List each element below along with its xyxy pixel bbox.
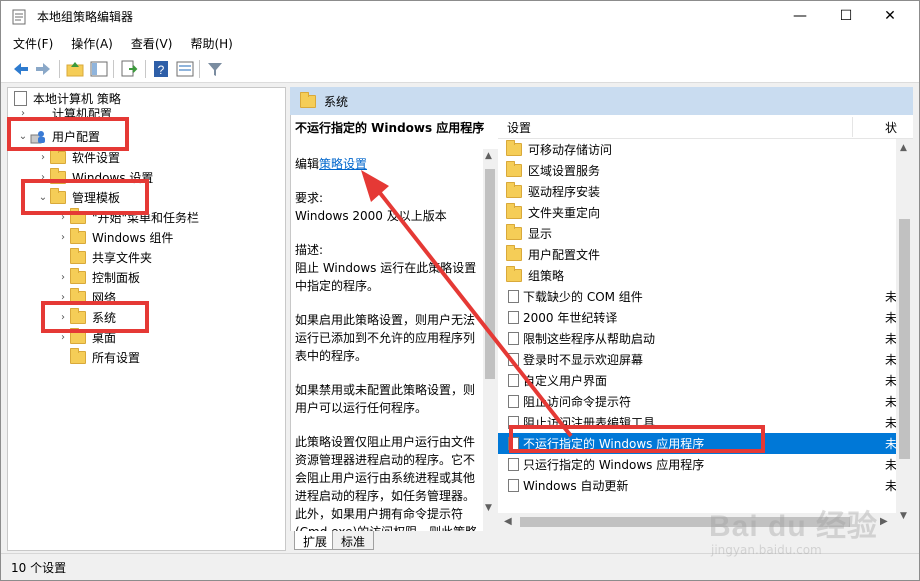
back-arrow-icon[interactable] xyxy=(11,59,31,79)
menu-help[interactable]: 帮助(H) xyxy=(190,35,232,52)
tab-standard[interactable]: 标准 xyxy=(332,531,375,550)
category-header: 系统 xyxy=(290,87,913,115)
menu-file[interactable]: 文件(F) xyxy=(13,35,53,52)
folder-icon xyxy=(70,247,86,264)
window: 本地组策略编辑器 — ☐ ✕ 文件(F) 操作(A) 查看(V) 帮助(H) ?… xyxy=(0,0,920,581)
maximize-button[interactable]: ☐ xyxy=(823,1,869,31)
minimize-button[interactable]: — xyxy=(777,1,823,31)
menu-action[interactable]: 操作(A) xyxy=(71,35,113,52)
column-header-setting[interactable]: 设置 xyxy=(507,119,531,136)
folder-icon xyxy=(50,147,66,164)
tree-item-root[interactable]: 本地计算机 策略 xyxy=(14,88,121,108)
category-title: 系统 xyxy=(324,94,349,109)
highlight-system xyxy=(41,301,149,333)
folder-icon xyxy=(70,267,86,284)
policy-editor-icon xyxy=(12,9,26,25)
red-arrow-icon xyxy=(361,170,573,438)
description-p4: 此策略设置仅阻止用户运行由文件资源管理器进程启动的程序。它不会阻止用户运行由系统… xyxy=(295,435,477,531)
list-item-label: Windows 自动更新 xyxy=(523,479,629,493)
policy-setting-icon xyxy=(508,479,519,492)
status-text: 10 个设置 xyxy=(11,560,67,575)
svg-text:?: ? xyxy=(158,63,165,77)
scroll-left-icon[interactable]: ◀ xyxy=(504,516,512,527)
policy-title: 不运行指定的 Windows 应用程序 xyxy=(295,121,485,135)
close-button[interactable]: ✕ xyxy=(867,1,913,31)
folder-icon xyxy=(70,227,86,244)
baidu-watermark: Bai du 经验 jingyan.baidu.com xyxy=(709,510,879,557)
chevron-right-icon: › xyxy=(61,271,65,283)
filter-icon[interactable] xyxy=(205,59,225,79)
folder-icon xyxy=(70,347,86,364)
window-title: 本地组策略编辑器 xyxy=(37,10,134,24)
list-item[interactable]: 只运行指定的 Windows 应用程序未 xyxy=(498,454,897,475)
tree-item-control-panel[interactable]: › 控制面板 xyxy=(56,267,140,287)
list-item[interactable]: Windows 自动更新未 xyxy=(498,475,897,496)
scroll-down-icon[interactable]: ▼ xyxy=(485,503,492,513)
help-icon[interactable]: ? xyxy=(151,59,171,79)
forward-arrow-icon[interactable] xyxy=(33,59,53,79)
list-item-label: 可移动存储访问 xyxy=(528,143,613,157)
menu-view[interactable]: 查看(V) xyxy=(131,35,173,52)
tree-item-all-settings[interactable]: 所有设置 xyxy=(56,347,140,367)
scroll-up-icon[interactable]: ▲ xyxy=(485,151,492,161)
toolbar: ? xyxy=(1,55,919,83)
scroll-down-icon[interactable]: ▼ xyxy=(900,511,907,521)
scroll-thumb[interactable] xyxy=(899,219,910,459)
chevron-right-icon: › xyxy=(61,331,65,343)
show-hide-tree-icon[interactable] xyxy=(89,59,109,79)
up-folder-icon[interactable] xyxy=(65,59,85,79)
title-bar: 本地组策略编辑器 — ☐ ✕ xyxy=(1,1,919,31)
folder-icon xyxy=(300,91,316,108)
chevron-right-icon: › xyxy=(61,231,65,243)
tree-item-shared-folders[interactable]: 共享文件夹 xyxy=(56,247,152,267)
export-list-icon[interactable] xyxy=(119,59,139,79)
list-item[interactable]: 可移动存储访问 xyxy=(498,139,896,160)
list-item-label: 只运行指定的 Windows 应用程序 xyxy=(523,458,705,472)
list-scrollbar[interactable]: ▲ ▼ xyxy=(896,139,913,531)
tree-item-windows-components[interactable]: › Windows 组件 xyxy=(56,227,173,247)
chevron-right-icon: › xyxy=(41,151,45,163)
tab-extended[interactable]: 扩展 xyxy=(294,531,337,550)
list-header: 设置 状 xyxy=(498,115,913,139)
menu-bar: 文件(F) 操作(A) 查看(V) 帮助(H) xyxy=(1,31,919,55)
column-header-state[interactable]: 状 xyxy=(885,119,897,136)
properties-icon[interactable] xyxy=(175,59,195,79)
highlight-admin-templates xyxy=(21,179,149,215)
highlight-user-config xyxy=(7,117,129,151)
scroll-up-icon[interactable]: ▲ xyxy=(900,143,907,153)
policy-setting-icon xyxy=(508,458,519,471)
policy-doc-icon xyxy=(14,90,27,106)
folder-icon xyxy=(506,140,522,156)
